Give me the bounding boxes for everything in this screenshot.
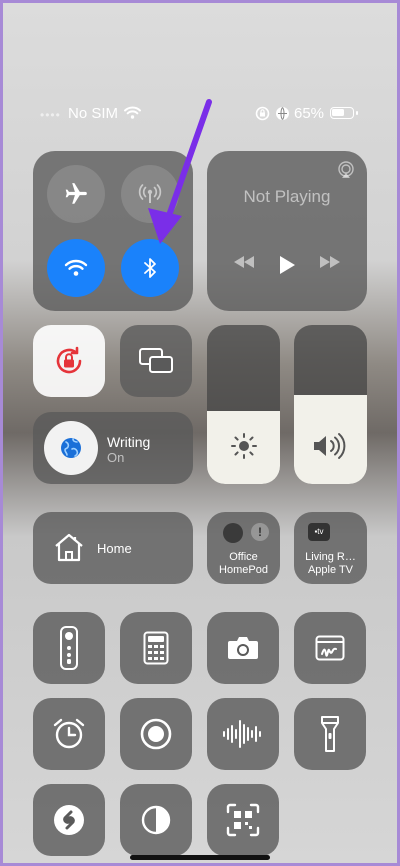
home-indicator xyxy=(130,855,270,860)
annotation-arrow xyxy=(148,99,212,244)
